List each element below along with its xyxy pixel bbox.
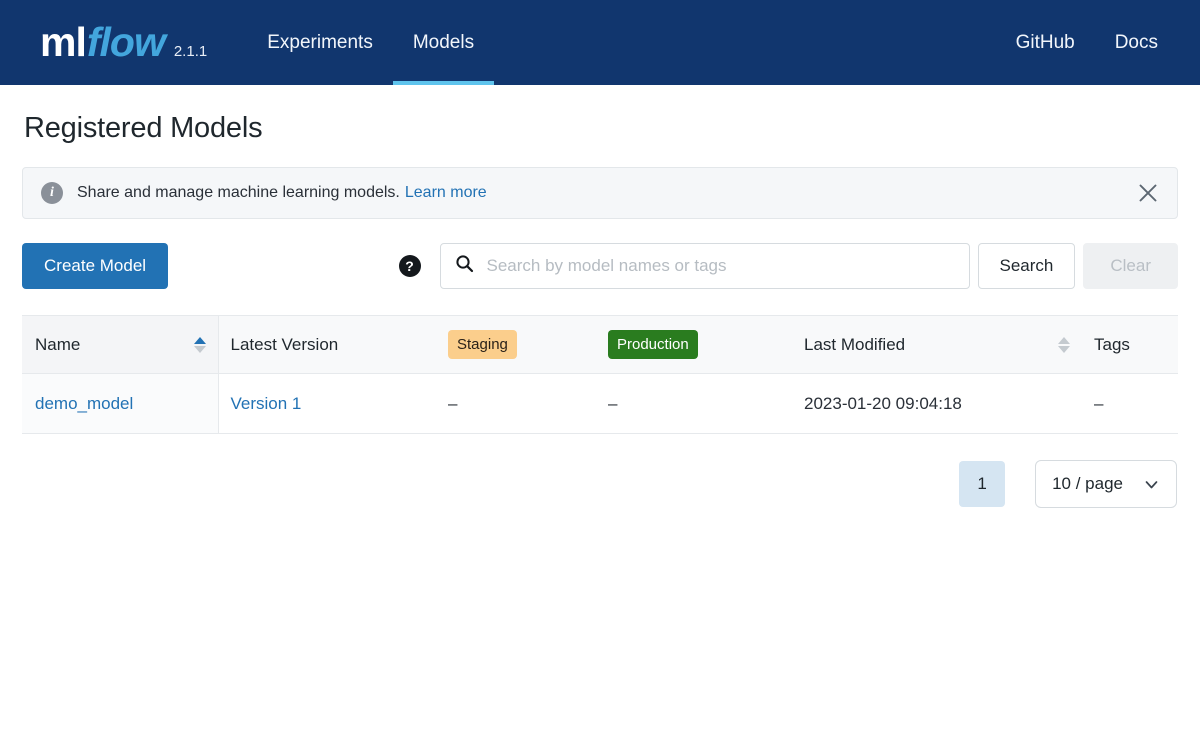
models-toolbar: Create Model ? Search Clear (22, 243, 1178, 289)
sort-ascending-icon (1058, 336, 1070, 344)
nav-tabs: Experiments Models (247, 0, 495, 85)
latest-version-link[interactable]: Version 1 (231, 394, 302, 413)
github-link[interactable]: GitHub (996, 32, 1095, 54)
production-badge: Production (608, 330, 698, 359)
create-model-button[interactable]: Create Model (22, 243, 169, 289)
info-icon: i (41, 182, 63, 204)
top-navigation-bar: ml flow 2.1.1 Experiments Models GitHub … (0, 0, 1200, 85)
version-label: 2.1.1 (173, 43, 208, 60)
model-name-link[interactable]: demo_model (35, 394, 133, 413)
chevron-down-icon (1143, 476, 1160, 493)
column-header-name[interactable]: Name (22, 315, 219, 374)
docs-link[interactable]: Docs (1095, 32, 1178, 54)
info-banner: i Share and manage machine learning mode… (22, 167, 1178, 219)
page-title: Registered Models (24, 112, 263, 144)
page-size-label: 10 / page (1052, 474, 1123, 493)
nav-tab-models[interactable]: Models (392, 0, 495, 85)
cell-staging: – (436, 373, 596, 434)
question-mark-icon[interactable]: ? (398, 255, 421, 277)
sort-toggle-name[interactable] (193, 336, 206, 353)
page-size-selector[interactable]: 10 / page (1035, 460, 1177, 508)
search-area: ? Search Clear (398, 243, 1178, 289)
logo-text-ml: ml (40, 19, 87, 65)
sort-toggle-last-modified[interactable] (1058, 336, 1070, 353)
column-header-production: Production (596, 315, 792, 374)
tags-value: – (1094, 393, 1104, 413)
staging-badge: Staging (448, 330, 517, 359)
table-row: demo_model Version 1 – – 2023-01-20 09:0… (22, 373, 1178, 434)
search-input[interactable] (484, 255, 955, 277)
learn-more-link[interactable]: Learn more (405, 184, 487, 202)
staging-value: – (448, 393, 458, 413)
top-nav-links: GitHub Docs (996, 32, 1178, 54)
last-modified-value: 2023-01-20 09:04:18 (804, 393, 962, 413)
cell-model-name: demo_model (22, 373, 219, 434)
table-header-row: Name Latest Version Staging Production L… (22, 315, 1178, 374)
cell-tags: – (1082, 373, 1178, 434)
column-header-tags-label: Tags (1094, 334, 1130, 354)
production-value: – (608, 393, 618, 413)
column-header-staging: Staging (436, 315, 596, 374)
search-icon (455, 254, 474, 278)
page-content: Registered Models i Share and manage mac… (0, 112, 1200, 508)
logo-text-flow: flow (86, 19, 166, 65)
column-header-name-label: Name (35, 334, 81, 354)
registered-models-table: Name Latest Version Staging Production L… (22, 315, 1178, 434)
sort-ascending-icon (193, 336, 206, 344)
sort-descending-icon (193, 345, 206, 353)
sort-descending-icon (1058, 345, 1070, 353)
clear-button[interactable]: Clear (1083, 243, 1178, 289)
page-button-1[interactable]: 1 (959, 461, 1006, 507)
nav-tab-experiments[interactable]: Experiments (247, 0, 393, 85)
cell-last-modified: 2023-01-20 09:04:18 (792, 373, 1082, 434)
search-button[interactable]: Search (977, 243, 1076, 289)
mlflow-logo[interactable]: ml flow 2.1.1 (40, 22, 207, 63)
search-box[interactable] (439, 243, 970, 289)
column-header-latest-version-label: Latest Version (230, 334, 339, 354)
column-header-tags: Tags (1082, 315, 1178, 374)
pagination: 1 10 / page (22, 460, 1178, 508)
close-icon[interactable] (1133, 178, 1163, 208)
banner-text: Share and manage machine learning models… (77, 184, 400, 201)
column-header-latest-version: Latest Version (218, 315, 436, 374)
column-header-last-modified-label: Last Modified (804, 334, 906, 354)
column-header-last-modified[interactable]: Last Modified (792, 315, 1082, 374)
cell-production: – (596, 373, 792, 434)
cell-latest-version: Version 1 (218, 373, 436, 434)
